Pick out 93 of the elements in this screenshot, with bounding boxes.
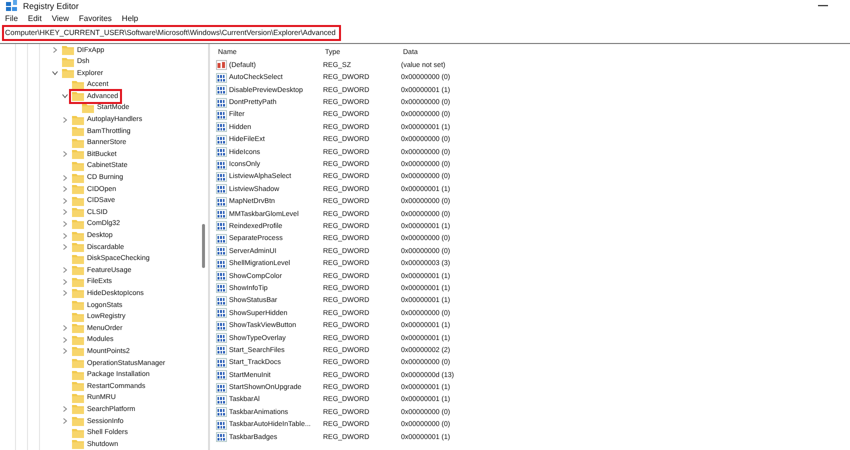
binary-value-icon — [216, 134, 227, 145]
chevron-right-icon[interactable] — [62, 174, 68, 181]
chevron-down-icon[interactable] — [62, 93, 68, 100]
chevron-right-icon[interactable] — [62, 348, 68, 354]
folder-icon — [72, 114, 84, 125]
binary-value-icon — [216, 72, 227, 83]
binary-value-icon — [216, 296, 227, 306]
menu-item[interactable]: Help — [122, 14, 138, 24]
binary-value-icon — [216, 122, 227, 132]
folder-icon — [72, 381, 84, 392]
folder-icon — [72, 138, 84, 148]
chevron-right-icon[interactable] — [62, 406, 68, 412]
chevron-right-icon[interactable] — [62, 278, 68, 285]
binary-value-icon — [216, 358, 227, 368]
binary-value-icon — [216, 184, 227, 194]
binary-value-icon — [216, 160, 227, 170]
folder-icon — [72, 358, 84, 368]
chevron-right-icon[interactable] — [62, 418, 68, 424]
binary-value-icon — [216, 308, 227, 318]
folder-icon — [72, 334, 84, 345]
folder-icon — [72, 218, 84, 229]
chevron-right-icon[interactable] — [62, 244, 68, 250]
folder-icon — [72, 172, 84, 183]
binary-value-icon — [216, 370, 227, 380]
folder-icon — [72, 126, 84, 136]
chevron-right-icon[interactable] — [62, 232, 68, 239]
binary-value-icon — [216, 196, 227, 207]
folder-icon — [72, 346, 84, 356]
folder-icon — [62, 68, 74, 78]
folder-icon — [72, 242, 84, 252]
menu-item[interactable]: Favorites — [78, 14, 112, 24]
folder-icon — [72, 80, 84, 90]
chevron-right-icon[interactable] — [62, 116, 68, 123]
binary-value-icon — [216, 110, 227, 120]
chevron-right-icon[interactable] — [52, 47, 58, 54]
menu-item[interactable]: File — [5, 14, 18, 24]
folder-icon — [72, 288, 84, 298]
window-title: Registry Editor — [23, 1, 79, 12]
folder-icon — [72, 439, 84, 450]
binary-value-icon — [216, 407, 227, 418]
binary-value-icon — [216, 382, 227, 393]
binary-value-icon — [216, 172, 227, 182]
binary-value-icon — [216, 333, 227, 343]
binary-value-icon — [216, 98, 227, 108]
binary-value-icon — [216, 320, 227, 331]
binary-value-icon — [216, 394, 227, 405]
binary-value-icon — [216, 246, 227, 256]
chevron-right-icon[interactable] — [62, 220, 68, 227]
folder-icon — [72, 404, 84, 414]
binary-value-icon — [216, 283, 227, 294]
menu-item[interactable]: Edit — [28, 14, 42, 24]
folder-icon — [72, 300, 84, 310]
binary-value-icon — [216, 432, 227, 442]
binary-value-icon — [216, 420, 227, 430]
folder-icon — [72, 91, 84, 102]
menu-item[interactable]: View — [52, 14, 69, 24]
folder-icon — [72, 276, 84, 287]
folder-icon — [72, 230, 84, 241]
binary-value-icon — [216, 234, 227, 244]
registry-editor-icon — [6, 0, 18, 12]
folder-icon — [62, 45, 74, 56]
binary-value-icon — [216, 147, 227, 158]
folder-icon — [72, 149, 84, 160]
binary-value-icon — [216, 221, 227, 232]
string-value-icon — [216, 60, 227, 70]
chevron-right-icon[interactable] — [62, 336, 68, 343]
minimize-icon[interactable] — [818, 5, 828, 8]
folder-icon — [72, 428, 84, 438]
folder-icon — [72, 392, 84, 403]
binary-value-icon — [216, 345, 227, 356]
folder-icon — [62, 56, 74, 67]
binary-value-icon — [216, 85, 227, 96]
folder-icon — [72, 196, 84, 206]
folder-icon — [72, 184, 84, 194]
chevron-right-icon[interactable] — [62, 267, 68, 274]
chevron-right-icon[interactable] — [62, 325, 68, 332]
folder-icon — [72, 312, 84, 322]
binary-value-icon — [216, 258, 227, 269]
folder-icon — [72, 370, 84, 380]
folder-icon — [72, 160, 84, 171]
chevron-right-icon[interactable] — [62, 209, 68, 216]
chevron-right-icon[interactable] — [62, 151, 68, 158]
chevron-down-icon[interactable] — [52, 70, 58, 76]
folder-icon — [72, 323, 84, 334]
folder-icon — [72, 265, 84, 276]
binary-value-icon — [216, 271, 227, 282]
folder-icon — [72, 254, 84, 264]
chevron-right-icon[interactable] — [62, 186, 68, 192]
folder-icon — [72, 416, 84, 426]
folder-icon — [72, 207, 84, 218]
binary-value-icon — [216, 209, 227, 220]
chevron-right-icon[interactable] — [62, 290, 68, 296]
chevron-right-icon[interactable] — [62, 198, 68, 204]
